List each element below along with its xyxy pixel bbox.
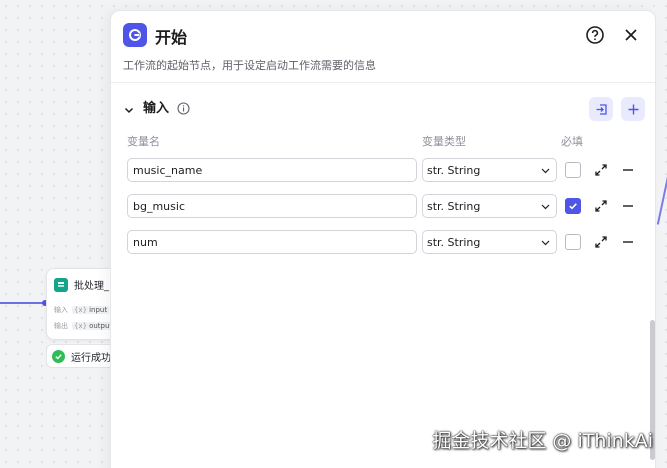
panel-description: 工作流的起始节点，用于设定启动工作流需要的信息 <box>123 59 376 72</box>
required-checkbox[interactable] <box>565 162 581 178</box>
remove-icon[interactable] <box>621 163 635 177</box>
watermark: 掘金技术社区 @ iThinkAi <box>432 430 653 452</box>
check-circle-icon <box>52 349 65 363</box>
expand-icon[interactable] <box>594 163 608 177</box>
required-checkbox[interactable] <box>565 198 581 214</box>
expand-icon[interactable] <box>594 235 608 249</box>
import-icon <box>596 103 607 115</box>
chevron-down-icon <box>541 204 550 210</box>
check-icon <box>569 203 577 210</box>
variable-type-value: str. String <box>427 235 481 249</box>
variable-type-value: str. String <box>427 163 481 177</box>
column-header-type: 变量类型 <box>422 135 466 148</box>
batch-node-title: 批处理_ <box>74 281 109 292</box>
expand-icon[interactable] <box>594 199 608 213</box>
chevron-down-icon <box>541 240 550 246</box>
batch-output-name: output <box>89 322 113 330</box>
batch-input-row: 输入 {x} input <box>54 305 110 315</box>
help-icon[interactable] <box>585 25 605 45</box>
batch-input-type: {x} <box>74 306 88 314</box>
batch-output-label: 输出 <box>54 322 68 330</box>
info-icon[interactable] <box>177 100 190 115</box>
add-variable-button[interactable] <box>621 97 645 121</box>
variable-type-select[interactable]: str. String <box>422 230 557 254</box>
import-button[interactable] <box>589 97 613 121</box>
batch-output-type: {x} <box>74 322 88 330</box>
panel-title: 开始 <box>155 28 188 47</box>
start-node-icon <box>123 23 147 47</box>
start-node-panel: 开始 工作流的起始节点，用于设定启动工作流需要的信息 输入 变量名 变量类型 必… <box>110 10 656 468</box>
variable-name-input[interactable] <box>127 194 417 218</box>
variable-name-input[interactable] <box>127 230 417 254</box>
connection-edge <box>0 302 44 304</box>
variable-type-value: str. String <box>427 199 481 213</box>
required-checkbox[interactable] <box>565 234 581 250</box>
chevron-down-icon[interactable] <box>123 101 135 113</box>
run-status-label: 运行成功 <box>71 352 111 364</box>
batch-input-name: input <box>89 306 108 314</box>
chevron-down-icon <box>541 168 550 174</box>
close-icon[interactable] <box>621 25 641 45</box>
input-section-header: 输入 <box>123 97 190 116</box>
input-section-title: 输入 <box>143 101 170 116</box>
batch-input-label: 输入 <box>54 306 68 314</box>
column-header-required: 必填 <box>561 135 583 148</box>
connection-edge-right <box>656 175 667 225</box>
remove-icon[interactable] <box>621 199 635 213</box>
variable-type-select[interactable]: str. String <box>422 194 557 218</box>
variable-name-input[interactable] <box>127 158 417 182</box>
batch-icon <box>54 277 68 292</box>
plus-icon <box>628 104 638 114</box>
remove-icon[interactable] <box>621 235 635 249</box>
column-header-name: 变量名 <box>127 135 160 148</box>
variable-type-select[interactable]: str. String <box>422 158 557 182</box>
panel-header: 开始 工作流的起始节点，用于设定启动工作流需要的信息 <box>111 11 655 83</box>
batch-output-row: 输出 {x} output <box>54 321 115 331</box>
